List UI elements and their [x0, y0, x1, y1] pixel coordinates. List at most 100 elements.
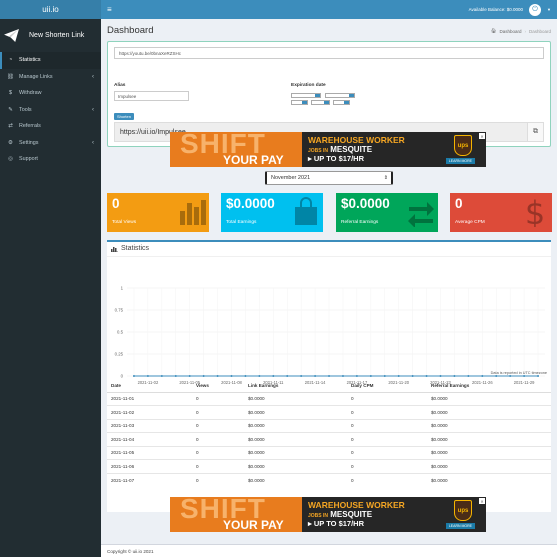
ad-city: MESQUITE [330, 510, 373, 519]
new-shorten-link-button[interactable]: New Shorten Link [0, 19, 101, 52]
table-cell: $0.0000 [427, 472, 551, 487]
alias-label: Alias [114, 83, 126, 88]
table-cell: 0 [347, 405, 427, 419]
ad-learn-more-button[interactable]: LEARN MORE [445, 523, 475, 529]
advertisement-banner-top[interactable]: SHIFT YOUR PAY WAREHOUSE WORKER JOBS IN … [170, 132, 486, 167]
tile-label: Referral Earnings [341, 220, 379, 225]
table-body: 2021-11-01 0 $0.0000 0 $0.0000 2021-11-02 0 $0.… [107, 391, 551, 487]
advertisement-banner-bottom[interactable]: SHIFT YOUR PAY WAREHOUSE WORKER JOBS IN … [170, 497, 486, 532]
table-cell: 0 [192, 459, 244, 473]
y-tick-label: 0 [121, 374, 124, 379]
data-point [202, 375, 205, 377]
expiration-year-select[interactable] [291, 100, 308, 105]
table-cell: 2021-11-06 [107, 459, 192, 473]
breadcrumb: 🏠︎ Dashboard › Dashboard [491, 28, 551, 34]
bar-chart-icon [178, 197, 206, 227]
table-cell: 0 [192, 391, 244, 406]
footer: Copyright © uii.io 2021 [101, 544, 557, 557]
sidebar-item-statistics[interactable]: ◔ Statistics [0, 52, 101, 69]
top-navbar: ≡ Available Balance: $0.0000 ⏻ ▼ [101, 0, 557, 19]
table-cell: 2021-11-07 [107, 472, 192, 487]
sidebar-item-label: Statistics [19, 57, 41, 64]
y-tick-label: 0.25 [115, 352, 124, 357]
data-point [272, 375, 275, 377]
data-point [341, 375, 344, 377]
sidebar: uii.io New Shorten Link ◔ Statistics ⛓ Mana… [0, 0, 101, 557]
stat-tile-average-cpm: 0 Average CPM $ [450, 193, 552, 232]
data-point [467, 375, 470, 377]
sidebar-item-label: Referrals [19, 123, 41, 130]
table-row: 2021-11-01 0 $0.0000 0 $0.0000 [107, 391, 551, 406]
table-cell: $0.0000 [427, 418, 551, 433]
exchange-icon [407, 197, 435, 228]
wrench-icon: ✎ [8, 106, 13, 113]
ad-learn-more-button[interactable]: LEARN MORE [445, 158, 475, 164]
statistics-table: Date Views Link Earnings Daily CPM Referral … [107, 380, 551, 487]
table-cell: $0.0000 [244, 459, 347, 473]
data-point [355, 375, 358, 377]
app-logo[interactable]: uii.io [0, 0, 101, 19]
stat-tile-total-views: 0 Total Views [107, 193, 209, 232]
ad-location: JOBS IN MESQUITE [308, 510, 448, 519]
tile-value: $0.0000 [341, 196, 390, 211]
data-point [509, 375, 512, 377]
table-cell: $0.0000 [244, 445, 347, 460]
shorten-button[interactable]: Shorten [114, 113, 134, 120]
expiration-month-select[interactable] [325, 93, 355, 98]
expiration-hour-select[interactable] [311, 100, 330, 105]
link-icon: ⛓ [7, 73, 14, 80]
month-select[interactable]: November 2021 ⇕ [265, 171, 393, 185]
sidebar-item-label: Manage Links [19, 73, 53, 80]
table-cell: $0.0000 [427, 391, 551, 406]
alias-input[interactable]: Impulsee [114, 91, 189, 101]
tile-label: Total Earnings [226, 220, 257, 225]
data-point [439, 375, 442, 377]
data-point [230, 375, 233, 377]
table-cell: 2021-11-02 [107, 405, 192, 419]
sidebar-item-support[interactable]: ◎ Support [0, 151, 101, 168]
sidebar-item-tools[interactable]: ✎ Tools ‹ [0, 102, 101, 119]
hamburger-menu-icon[interactable]: ≡ [107, 5, 112, 14]
expiration-minute-select[interactable] [333, 100, 350, 105]
ad-city: MESQUITE [330, 145, 373, 154]
y-tick-label: 0.5 [117, 330, 124, 335]
sidebar-item-manage-links[interactable]: ⛓ Manage Links ‹ [0, 69, 101, 86]
sidebar-item-referrals[interactable]: ⇄ Referrals [0, 118, 101, 135]
stat-tile-referral-earnings: $0.0000 Referral Earnings [336, 193, 438, 232]
column-header: Date [107, 380, 192, 393]
data-point [174, 375, 177, 377]
ad-headline: WAREHOUSE WORKER [308, 500, 405, 510]
statistics-panel: Statistics 1 0.75 0.5 0.25 0 2021-11-02 2021-1… [107, 240, 551, 512]
table-cell: $0.0000 [244, 405, 347, 419]
breadcrumb-separator: › [524, 28, 526, 34]
expiration-day-select[interactable] [291, 93, 321, 98]
ad-your-pay-text: YOUR PAY [223, 153, 284, 167]
table-cell: 2021-11-05 [107, 445, 192, 460]
sidebar-item-label: Settings [19, 139, 39, 146]
svg-text:$: $ [525, 197, 545, 227]
gears-icon: ⚙ [8, 139, 13, 146]
breadcrumb-item[interactable]: Dashboard [499, 29, 521, 34]
sidebar-item-label: Support [19, 156, 38, 163]
ad-close-icon[interactable]: ✕ [479, 498, 485, 504]
data-point [481, 375, 484, 377]
table-cell: $0.0000 [244, 391, 347, 406]
sidebar-item-label: Withdraw [19, 90, 42, 97]
sidebar-item-withdraw[interactable]: $ Withdraw [0, 85, 101, 102]
copy-icon[interactable]: ⧉ [527, 123, 543, 141]
table-cell: 2021-11-03 [107, 418, 192, 433]
ad-copy: WAREHOUSE WORKER JOBS IN MESQUITE ▸ UP T… [308, 500, 448, 528]
table-cell: 0 [192, 472, 244, 487]
table-row: 2021-11-03 0 $0.0000 0 $0.0000 [107, 418, 551, 433]
sidebar-item-settings[interactable]: ⚙ Settings ‹ [0, 135, 101, 152]
caret-down-icon[interactable]: ▼ [547, 7, 551, 12]
ad-close-icon[interactable]: ✕ [479, 133, 485, 139]
tile-value: 0 [455, 196, 463, 211]
y-tick-label: 1 [121, 286, 124, 291]
new-shorten-link-label: New Shorten Link [29, 32, 85, 39]
table-row: 2021-11-05 0 $0.0000 0 $0.0000 [107, 445, 551, 460]
url-input[interactable]: https://youtu.be/0bnaXeRZSHc [114, 47, 544, 59]
ad-headline: WAREHOUSE WORKER [308, 135, 405, 145]
power-icon[interactable]: ⏻ [529, 3, 542, 16]
tile-value: 0 [112, 196, 120, 211]
